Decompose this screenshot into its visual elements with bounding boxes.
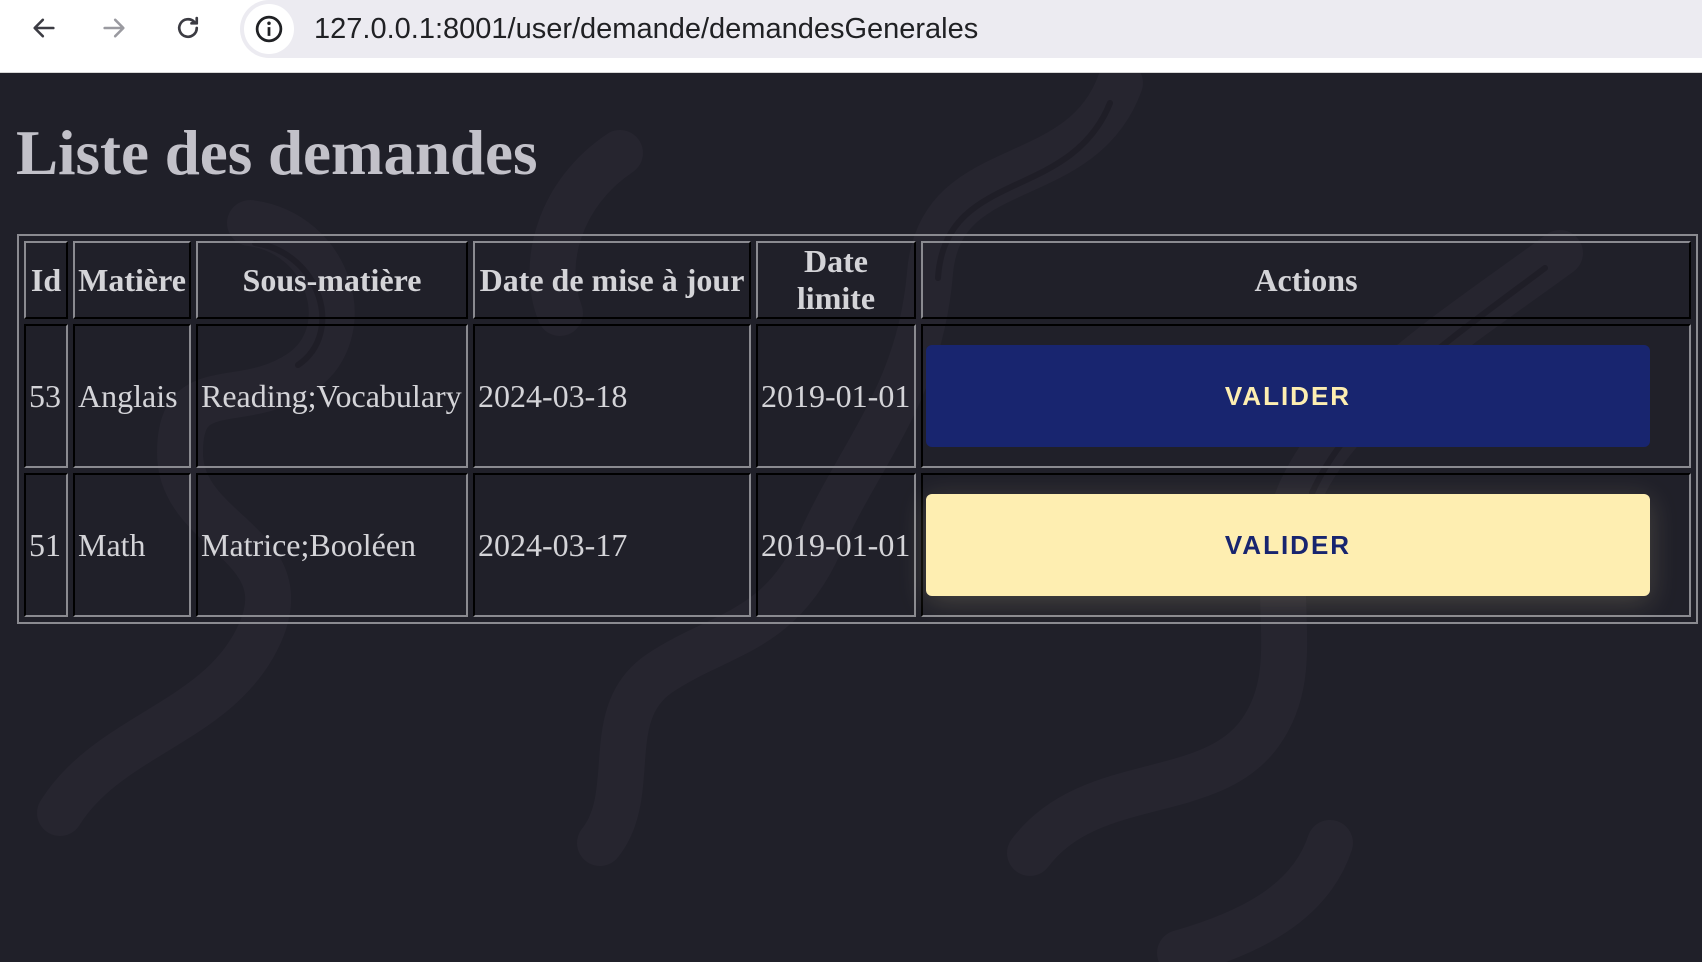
- arrow-left-icon: [33, 18, 55, 38]
- browser-toolbar: 127.0.0.1:8001/user/demande/demandesGene…: [0, 0, 1702, 73]
- reload-icon: [177, 16, 199, 39]
- url-text[interactable]: 127.0.0.1:8001/user/demande/demandesGene…: [314, 13, 978, 46]
- valider-button[interactable]: VALIDER: [926, 345, 1650, 447]
- cell-sous-matiere: Matrice;Booléen: [196, 473, 468, 617]
- cell-date-limite: 2019-01-01: [756, 324, 916, 468]
- cell-sous-matiere: Reading;Vocabulary: [196, 324, 468, 468]
- cell-date-maj: 2024-03-18: [473, 324, 751, 468]
- cell-date-limite: 2019-01-01: [756, 473, 916, 617]
- address-bar[interactable]: 127.0.0.1:8001/user/demande/demandesGene…: [240, 0, 1702, 58]
- requests-table: Id Matière Sous-matière Date de mise à j…: [17, 234, 1698, 624]
- header-date-limite: Date limite: [756, 241, 916, 319]
- cell-id: 51: [24, 473, 68, 617]
- arrow-right-icon: [103, 18, 125, 38]
- header-matiere: Matière: [73, 241, 191, 319]
- page-title: Liste des demandes: [16, 118, 538, 188]
- cell-actions: VALIDER: [921, 473, 1691, 617]
- table-header-row: Id Matière Sous-matière Date de mise à j…: [24, 241, 1691, 319]
- page-content: Liste des demandes Id Matière Sous-matiè…: [0, 73, 1702, 962]
- cell-matiere: Anglais: [73, 324, 191, 468]
- header-date-maj: Date de mise à jour: [473, 241, 751, 319]
- header-id: Id: [24, 241, 68, 319]
- cell-date-maj: 2024-03-17: [473, 473, 751, 617]
- table-row: 51 Math Matrice;Booléen 2024-03-17 2019-…: [24, 473, 1691, 617]
- info-icon: [255, 15, 283, 43]
- table-row: 53 Anglais Reading;Vocabulary 2024-03-18…: [24, 324, 1691, 468]
- reload-button[interactable]: [168, 8, 208, 48]
- back-button[interactable]: [24, 8, 64, 48]
- valider-button[interactable]: VALIDER: [926, 494, 1650, 596]
- cell-id: 53: [24, 324, 68, 468]
- cell-matiere: Math: [73, 473, 191, 617]
- header-actions: Actions: [921, 241, 1691, 319]
- site-info-button[interactable]: [244, 4, 294, 54]
- cell-actions: VALIDER: [921, 324, 1691, 468]
- forward-button[interactable]: [94, 8, 134, 48]
- header-sous-matiere: Sous-matière: [196, 241, 468, 319]
